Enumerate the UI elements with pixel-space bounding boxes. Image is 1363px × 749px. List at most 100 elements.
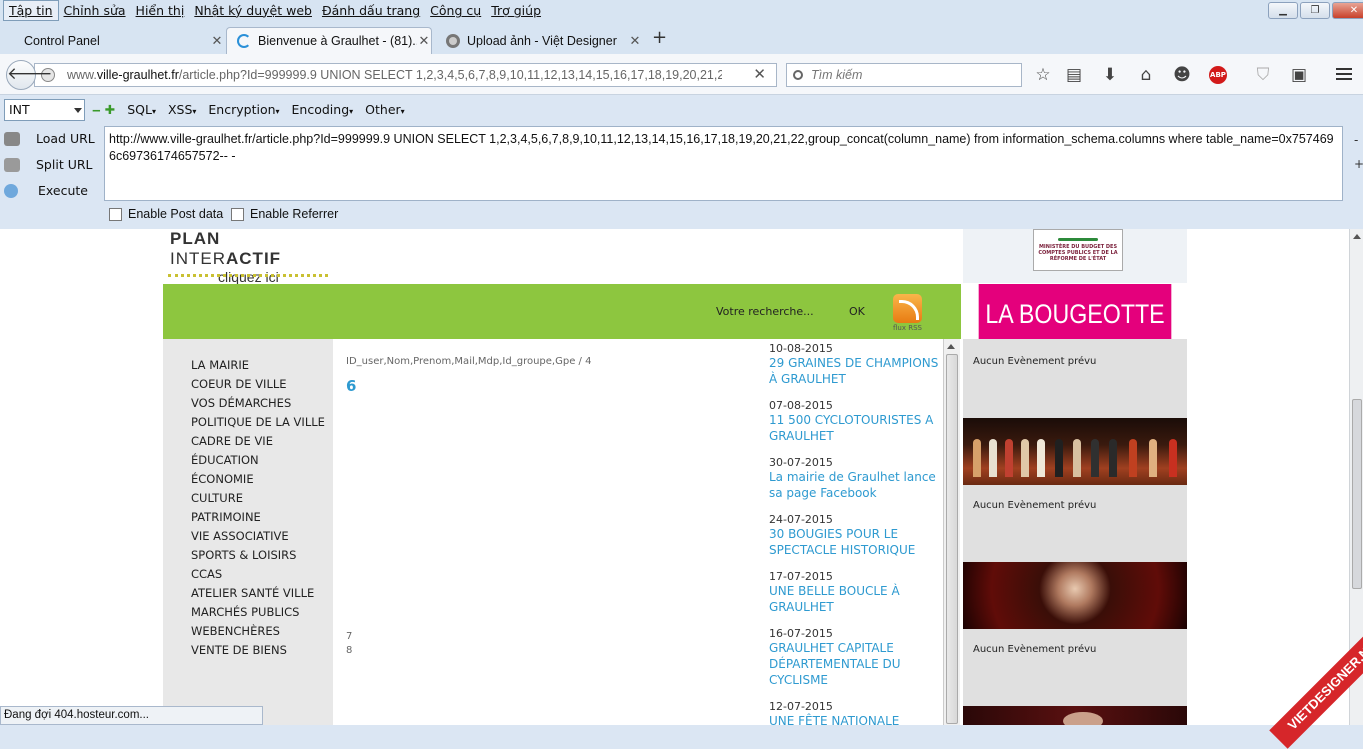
news-link[interactable]: La mairie de Graulhet lance sa page Face…	[769, 469, 939, 501]
nav-item[interactable]: COEUR DE VILLE	[191, 375, 333, 394]
search-field-label[interactable]: Votre recherche...	[716, 305, 814, 318]
news-link[interactable]: 11 500 CYCLOTOURISTES A GRAULHET	[769, 412, 939, 444]
checkbox-icon[interactable]	[109, 207, 122, 221]
home-icon[interactable]: ⌂	[1135, 64, 1157, 86]
news-link[interactable]: GRAULHET CAPITALE DÉPARTEMENTALE DU CYCL…	[769, 640, 939, 688]
rss-icon[interactable]	[893, 294, 922, 323]
shrink-button[interactable]: -	[1354, 133, 1358, 147]
clear-url-icon[interactable]: ✕	[753, 65, 766, 83]
chevron-down-icon	[74, 108, 82, 113]
address-text[interactable]: www.ville-graulhet.fr/article.php?Id=999…	[67, 68, 722, 82]
hackbar-panel: INT ‒ ✚ SQL▾ XSS▾ Encryption▾ Encoding▾ …	[0, 95, 1363, 229]
enable-post-checkbox[interactable]: Enable Post data	[109, 207, 223, 221]
search-icon	[793, 70, 803, 80]
menu-encryption[interactable]: Encryption▾	[208, 100, 279, 122]
nav-item[interactable]: ÉDUCATION	[191, 451, 333, 470]
plus-icon[interactable]: ✚	[105, 100, 115, 122]
tab-label: Upload ảnh - Việt Designer	[467, 33, 617, 48]
int-select[interactable]: INT	[4, 99, 85, 121]
menu-xss[interactable]: XSS▾	[168, 100, 196, 122]
news-item: 17-07-2015 UNE BELLE BOUCLE À GRAULHET	[769, 570, 939, 615]
nav-item[interactable]: VENTE DE BIENS	[191, 641, 333, 660]
checkbox-icon[interactable]	[231, 207, 244, 221]
event-image-performer[interactable]	[963, 706, 1187, 725]
address-bar[interactable]: www.ville-graulhet.fr/article.php?Id=999…	[34, 63, 777, 87]
hamburger-menu-icon[interactable]	[1336, 68, 1352, 83]
page-scroll-thumb[interactable]	[1352, 399, 1362, 589]
event-image-dancer[interactable]	[963, 562, 1187, 629]
tab-close-icon[interactable]: ✕	[210, 33, 224, 49]
menu-help[interactable]: Trợ giúp	[486, 1, 546, 20]
menu-edit[interactable]: Chỉnh sửa	[59, 1, 131, 20]
ministry-logo-area: MINISTÈRE DU BUDGET DES COMPTES PUBLICS …	[963, 229, 1187, 283]
menu-file[interactable]: Tập tin	[3, 0, 59, 21]
nav-item[interactable]: SPORTS & LOISIRS	[191, 546, 333, 565]
news-link[interactable]: UNE BELLE BOUCLE À GRAULHET	[769, 583, 939, 615]
back-button[interactable]: 🡐	[6, 60, 53, 90]
dotted-divider	[168, 274, 328, 277]
restore-button[interactable]: ❐	[1300, 2, 1330, 19]
new-tab-plus-icon[interactable]: +	[652, 27, 667, 48]
close-window-button[interactable]: ✕	[1332, 2, 1363, 19]
split-url-button[interactable]: Split URL	[4, 157, 93, 172]
execute-button[interactable]: Execute	[4, 183, 88, 198]
chat-icon[interactable]: ☻	[1171, 64, 1193, 86]
menu-bookmarks[interactable]: Đánh dấu trang	[317, 1, 425, 20]
nav-item[interactable]: VOS DÉMARCHES	[191, 394, 333, 413]
hackbar-url-textarea[interactable]: http://www.ville-graulhet.fr/article.php…	[104, 126, 1343, 201]
nav-item[interactable]: ÉCONOMIE	[191, 470, 333, 489]
nav-item[interactable]: VIE ASSOCIATIVE	[191, 527, 333, 546]
nav-item[interactable]: MARCHÉS PUBLICS	[191, 603, 333, 622]
la-bougeotte-header[interactable]: LA BOUGEOTTE	[978, 284, 1172, 339]
downloads-icon[interactable]: ⬇	[1099, 64, 1121, 86]
menu-tools[interactable]: Công cụ	[425, 1, 486, 20]
nav-item[interactable]: ATELIER SANTÉ VILLE	[191, 584, 333, 603]
event-image-stage[interactable]	[963, 418, 1187, 485]
menu-other[interactable]: Other▾	[365, 100, 405, 122]
tab-label: Bienvenue à Graulhet - (81)...	[258, 34, 417, 48]
scroll-up-icon[interactable]	[947, 344, 955, 349]
bookmark-star-icon[interactable]: ☆	[1032, 64, 1054, 86]
tab-upload[interactable]: Upload ảnh - Việt Designer ✕	[436, 27, 642, 54]
tab-close-icon[interactable]: ✕	[628, 33, 642, 49]
news-link[interactable]: UNE FÊTE NATIONALE	[769, 713, 939, 725]
menu-sql[interactable]: SQL▾	[127, 100, 156, 122]
minimize-button[interactable]: ▁	[1268, 2, 1298, 19]
news-link[interactable]: 30 BOUGIES POUR LE SPECTACLE HISTORIQUE	[769, 526, 939, 558]
nav-item[interactable]: LA MAIRIE	[191, 356, 333, 375]
scroll-up-icon[interactable]	[1353, 234, 1361, 239]
nav-item[interactable]: CADRE DE VIE	[191, 432, 333, 451]
grow-button[interactable]: +	[1354, 157, 1363, 171]
tab-graulhet[interactable]: Bienvenue à Graulhet - (81)... ✕	[226, 27, 432, 54]
scroll-thumb[interactable]	[946, 354, 958, 724]
tab-close-icon[interactable]: ✕	[417, 33, 431, 49]
reading-list-icon[interactable]: ▤	[1063, 64, 1085, 86]
menu-encoding[interactable]: Encoding▾	[292, 100, 354, 122]
nav-item[interactable]: CULTURE	[191, 489, 333, 508]
tab-bar: Control Panel ✕ Bienvenue à Graulhet - (…	[0, 21, 1363, 54]
adblock-icon[interactable]: ABP	[1207, 64, 1229, 86]
shield-icon[interactable]: ⛉	[1252, 64, 1274, 86]
enable-referrer-checkbox[interactable]: Enable Referrer	[231, 207, 338, 221]
ministry-logo[interactable]: MINISTÈRE DU BUDGET DES COMPTES PUBLICS …	[1033, 229, 1123, 271]
nav-item[interactable]: POLITIQUE DE LA VILLE	[191, 413, 333, 432]
menu-history[interactable]: Nhật ký duyệt web	[189, 1, 317, 20]
plan-interactif-banner[interactable]: PLAN INTERACTIF cliquez ici	[163, 229, 333, 285]
news-item: 07-08-2015 11 500 CYCLOTOURISTES A GRAULH…	[769, 399, 939, 444]
sidebar-icon[interactable]: ▣	[1288, 64, 1310, 86]
news-scrollbar[interactable]	[943, 339, 960, 725]
menu-view[interactable]: Hiển thị	[131, 1, 190, 20]
load-url-button[interactable]: Load URL	[4, 131, 95, 146]
news-link[interactable]: 29 GRAINES DE CHAMPIONS À GRAULHET	[769, 355, 939, 387]
events-column: Aucun Evènement prévu Aucun Evènement pr…	[963, 339, 1187, 725]
minus-icon[interactable]: ‒	[92, 100, 101, 122]
nav-item[interactable]: PATRIMOINE	[191, 508, 333, 527]
tab-control-panel[interactable]: Control Panel ✕	[14, 27, 224, 54]
search-input[interactable]	[811, 68, 1011, 82]
event-text: Aucun Evènement prévu	[973, 500, 1097, 511]
execute-icon	[4, 183, 18, 198]
search-ok-button[interactable]: OK	[849, 305, 865, 318]
nav-item[interactable]: CCAS	[191, 565, 333, 584]
nav-item[interactable]: WEBENCHÈRES	[191, 622, 333, 641]
search-box[interactable]	[786, 63, 1022, 87]
